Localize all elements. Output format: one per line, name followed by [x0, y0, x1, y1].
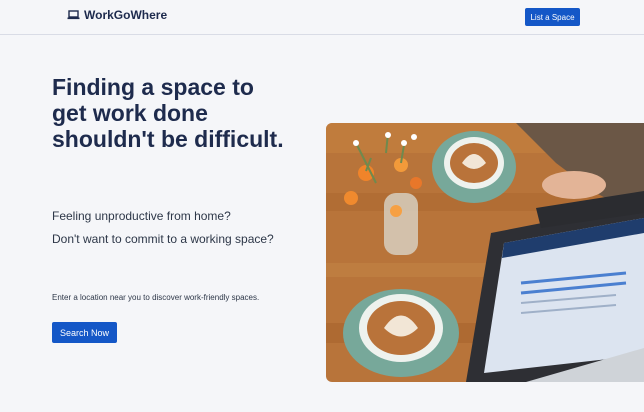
brand-name: WorkGoWhere: [84, 8, 168, 22]
search-now-button[interactable]: Search Now: [52, 322, 117, 343]
laptop-icon: [67, 10, 80, 20]
hero-title: Finding a space to get work done shouldn…: [52, 74, 284, 152]
hero-subtitle-1: Feeling unproductive from home?: [52, 209, 231, 223]
list-a-space-button[interactable]: List a Space: [525, 8, 580, 26]
brand-logo[interactable]: WorkGoWhere: [67, 8, 167, 22]
top-navbar: WorkGoWhere List a Space: [0, 0, 644, 35]
hero-image: [326, 123, 644, 382]
hero-subtitle-2: Don't want to commit to a working space?: [52, 232, 274, 246]
search-hint: Enter a location near you to discover wo…: [52, 293, 260, 302]
